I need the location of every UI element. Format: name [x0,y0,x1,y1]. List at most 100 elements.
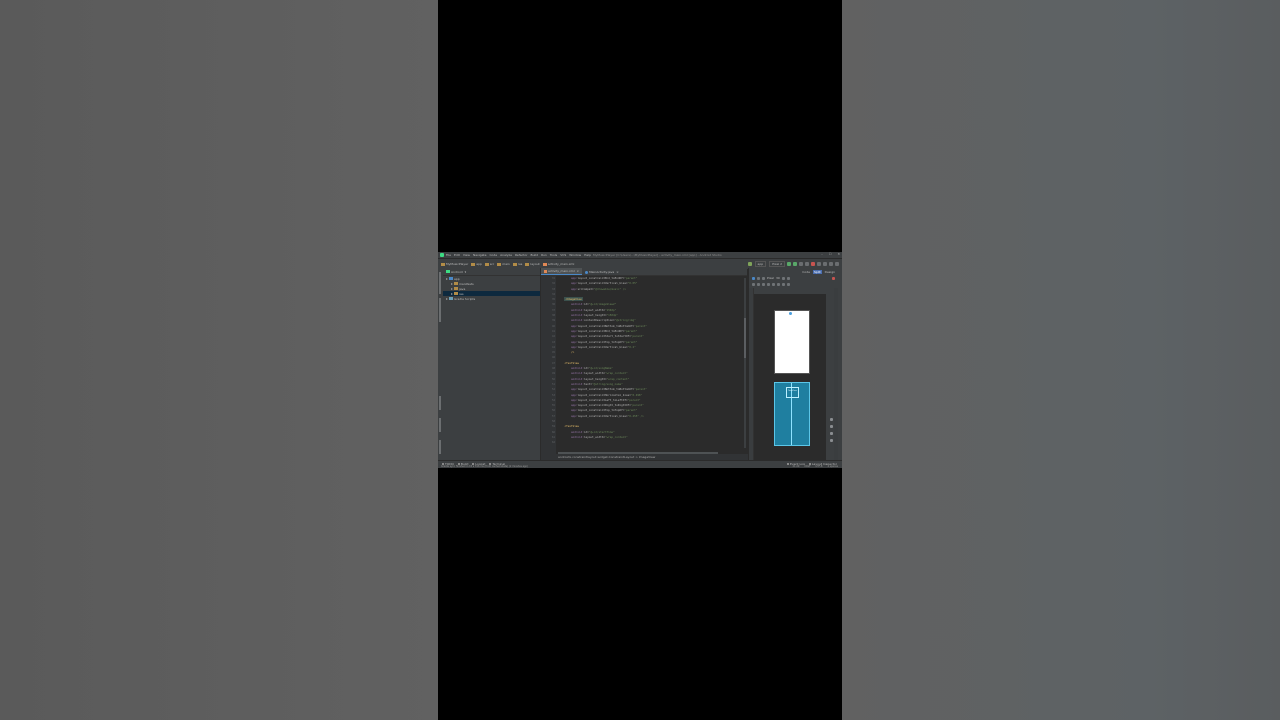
blueprint-textview-label: TextView [788,390,797,392]
menu-help[interactable]: Help [584,253,591,257]
search-icon[interactable] [835,262,839,266]
close-tab-icon[interactable]: × [616,270,619,274]
editor-tabs: activity_main.xml × MainActivity.java × [541,268,747,276]
warning-icon[interactable] [832,276,835,280]
design-canvas[interactable]: TextView [754,294,826,460]
breadcrumb-app[interactable]: app [471,262,482,266]
locale-icon[interactable] [786,276,790,280]
tab-main-activity-java[interactable]: MainActivity.java × [582,269,622,275]
line-number-gutter: 31 32 33 34 35 36 37 38 39 40 41 42 43 44 45 46 47 48 49 50… [541,276,556,454]
autoconnect-icon[interactable] [757,282,760,286]
xml-value: "parent" [624,408,638,413]
debug-icon[interactable] [793,262,797,266]
profile-icon[interactable] [799,262,803,266]
indent-setting[interactable]: 4 spaces [827,465,838,468]
menu-tools[interactable]: Tools [550,253,557,257]
code-line[interactable]: android:layout_width="wrap_content" [558,435,743,440]
avd-manager-icon[interactable] [823,262,827,266]
device-selector[interactable]: Pixel 2 [769,261,785,267]
attributes-strip[interactable] [834,288,838,460]
attach-icon[interactable] [805,262,809,266]
zoom-in-icon[interactable] [829,425,833,428]
clear-constraints-icon[interactable] [767,282,770,286]
menu-window[interactable]: Window [569,253,581,257]
zoom-icon[interactable] [787,282,790,286]
menu-edit[interactable]: Edit [454,253,460,257]
minimize-button[interactable]: – [821,252,823,256]
sdk-manager-icon[interactable] [829,262,833,266]
xml-attribute: layout_constraintBottom_toBottomOf= [577,387,635,392]
sync-icon[interactable] [817,262,821,266]
menu-vcs[interactable]: VCS [560,253,566,257]
breadcrumb-main[interactable]: main [497,262,510,266]
xml-code-text[interactable]: app:layout_constraintEnd_toEndOf="parent… [558,276,743,454]
expand-arrow-icon [446,277,448,280]
night-mode-icon[interactable] [762,276,765,280]
xml-attribute: layout_width= [583,307,605,312]
file-encoding[interactable]: UTF-8 [815,465,822,468]
infer-constraints-icon[interactable] [772,282,775,286]
design-preview-phone[interactable] [774,310,810,374]
xml-attribute: layout_constraintVertical_bias= [577,281,628,286]
zoom-to-fit-icon[interactable] [829,439,833,442]
xml-attribute: layout_constraintLeft_toLeftOf= [577,397,628,402]
menu-view[interactable]: View [463,253,470,257]
close-tab-icon[interactable]: × [577,269,580,273]
run-icon[interactable] [787,262,791,266]
menu-build[interactable]: Build [531,253,539,257]
hammer-icon[interactable] [747,262,752,266]
mode-code[interactable]: Code [801,270,811,274]
stop-icon[interactable] [811,262,815,266]
tree-item-gradle-scripts[interactable]: Gradle Scripts [443,296,540,301]
breadcrumb-res[interactable]: res [512,262,522,266]
view-options-icon[interactable] [752,282,755,286]
breadcrumb-src[interactable]: src [484,262,494,266]
resource-manager-tool-tab[interactable] [439,298,441,322]
project-tool-tab[interactable] [439,272,441,294]
line-separator[interactable]: CRLF [804,465,810,468]
menu-refactor[interactable]: Refactor [515,253,528,257]
menu-navigate[interactable]: Navigate [473,253,486,257]
align-icon[interactable] [777,282,780,286]
breadcrumb-file[interactable]: activity_main.xml [542,262,574,266]
xml-value: "@+id/songName" [588,366,614,371]
theme-icon[interactable] [781,276,785,280]
maximize-button[interactable]: ☐ [829,252,832,256]
breadcrumb-layout[interactable]: layout [525,262,540,266]
structure-tool-tab[interactable] [439,396,441,410]
xml-namespace: android: [570,318,584,323]
blueprint-textview-box[interactable] [786,387,799,398]
scrollbar-thumb[interactable] [744,318,746,358]
close-button[interactable]: ✕ [837,252,840,256]
xml-attribute: layout_constraintVertical_bias= [577,344,628,349]
menu-analyze[interactable]: Analyze [500,253,512,257]
guidelines-icon[interactable] [782,282,785,286]
breadcrumb-project[interactable]: MyMusicPlayer [441,262,468,266]
default-margins-icon[interactable] [762,282,765,286]
xml-attribute: text= [583,381,592,386]
device-selector-label[interactable]: Pixel [767,276,774,280]
xml-value: "150dp" [604,307,617,312]
xml-attribute: layout_width= [583,434,605,439]
module-selector[interactable]: app [754,261,767,267]
mode-design[interactable]: Design [824,270,836,274]
menu-run[interactable]: Run [541,253,547,257]
menu-file[interactable]: File [446,253,451,257]
design-surface-icon[interactable] [752,276,755,280]
build-variants-tool-tab[interactable] [439,418,441,432]
project-view-selector[interactable]: Android ▾ [443,268,540,276]
api-level-label[interactable]: 30 [776,276,780,280]
view-mode-switcher: Code Split Design [749,268,838,275]
mode-split[interactable]: Split [812,269,822,274]
cursor-position[interactable]: 21:29 [793,465,800,468]
favorites-tool-tab[interactable] [439,440,441,454]
blueprint-preview-phone[interactable]: TextView [774,382,810,446]
editor-vertical-scrollbar[interactable] [744,278,746,448]
pan-icon[interactable] [829,418,833,421]
tab-activity-main-xml[interactable]: activity_main.xml × [541,268,583,275]
image-view-marker[interactable] [789,312,792,315]
orientation-icon[interactable] [757,276,760,280]
xml-namespace: android: [570,376,584,381]
zoom-out-icon[interactable] [829,432,833,435]
menu-code[interactable]: Code [489,253,497,257]
